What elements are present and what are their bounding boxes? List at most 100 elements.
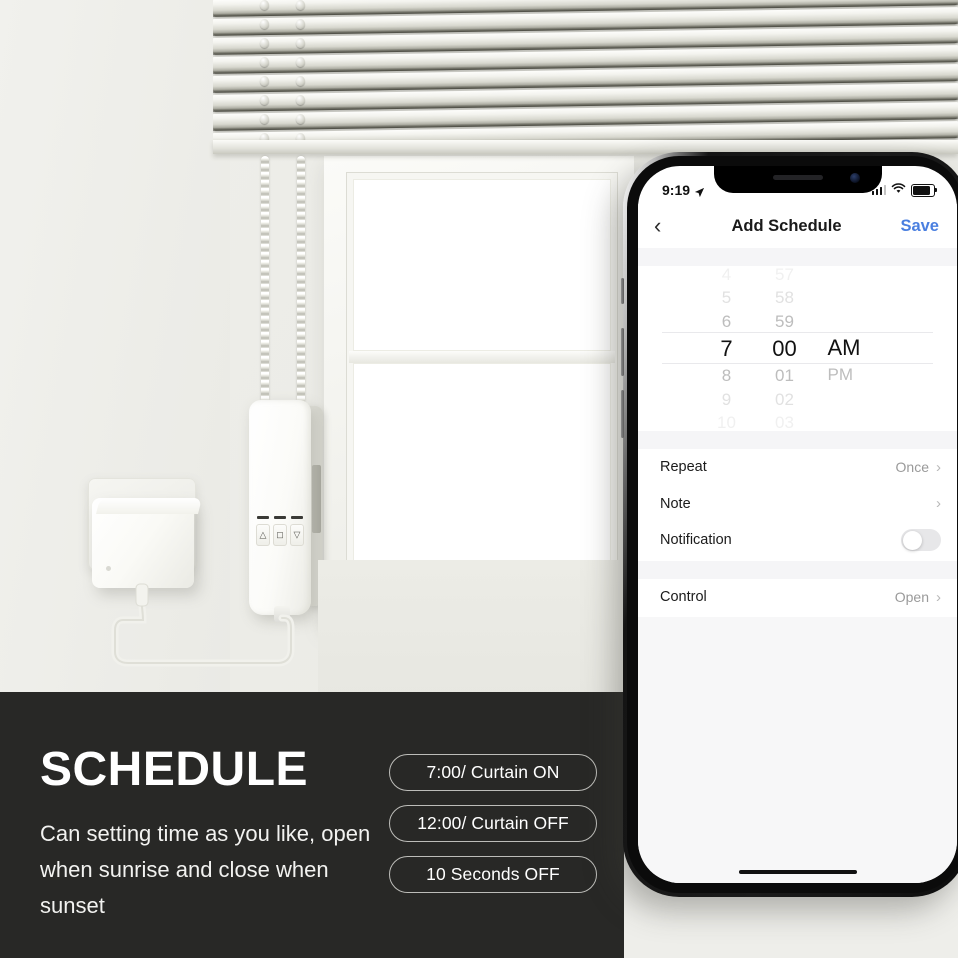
blind-ladder-stud xyxy=(296,0,305,10)
power-adapter xyxy=(92,498,202,588)
toggle-knob xyxy=(902,530,922,550)
phone-mockup: 9:19 ‹ Add Schedule Save 4 5 6 7 8 9 10 … xyxy=(621,152,958,897)
section-gap-1 xyxy=(638,431,957,449)
chevron-right-icon: › xyxy=(936,495,941,513)
page-title: Add Schedule xyxy=(731,216,842,235)
feature-pill: 12:00/ Curtain OFF xyxy=(389,805,597,842)
window-mullion xyxy=(349,351,615,363)
banner-subcopy: Can setting time as you like, open when … xyxy=(40,821,371,919)
hour-option[interactable]: 9 xyxy=(698,388,756,412)
curtain-motor-device: △ ◻ ▽ xyxy=(249,400,311,615)
hour-option-selected[interactable]: 7 xyxy=(698,333,756,364)
venetian-blinds xyxy=(213,0,958,154)
motor-button-bar xyxy=(291,516,303,519)
picker-selection-line-bottom xyxy=(662,363,933,364)
wall-surface xyxy=(0,0,230,700)
hour-option[interactable]: 5 xyxy=(698,286,756,310)
motor-button-group: △ ◻ ▽ xyxy=(256,516,304,546)
blind-ladder-stud xyxy=(296,114,305,124)
row-label: Control xyxy=(660,589,707,606)
period-spacer xyxy=(828,409,898,431)
settings-group-1: Repeat Once › Note › Notification xyxy=(638,449,957,561)
blind-ladder-stud xyxy=(296,38,305,48)
period-spacer xyxy=(828,266,898,288)
blind-ladder-stud xyxy=(296,76,305,86)
minute-option[interactable]: 58 xyxy=(756,286,814,310)
hour-option[interactable]: 8 xyxy=(698,364,756,388)
minute-option[interactable]: 59 xyxy=(756,310,814,334)
motor-stop-button[interactable]: ◻ xyxy=(273,516,287,546)
period-wheel[interactable]: AM PM xyxy=(814,266,898,431)
motor-close-button[interactable]: ▽ xyxy=(290,516,304,546)
status-bar-right xyxy=(871,181,938,199)
window-sash xyxy=(346,172,618,570)
blind-pull-cord xyxy=(297,156,305,404)
feature-pill: 7:00/ Curtain ON xyxy=(389,754,597,791)
minute-wheel[interactable]: 57 58 59 00 01 02 03 xyxy=(756,263,814,433)
time-picker[interactable]: 4 5 6 7 8 9 10 57 58 59 00 01 02 03 AM P… xyxy=(638,263,957,433)
motor-open-button[interactable]: △ xyxy=(256,516,270,546)
battery-icon xyxy=(911,183,938,197)
status-bar-clock: 9:19 xyxy=(662,182,691,198)
row-value: Open xyxy=(894,589,929,606)
blind-ladder-stud xyxy=(260,95,269,105)
row-control[interactable]: Control Open › xyxy=(638,579,957,616)
location-arrow-icon xyxy=(694,185,705,197)
blind-ladder-stud xyxy=(260,76,269,86)
curtain-motor-bracket xyxy=(312,465,321,533)
feature-pill: 10 Seconds OFF xyxy=(389,856,597,893)
motor-button-bar xyxy=(257,516,269,519)
phone-volume-down-button[interactable] xyxy=(621,390,624,438)
wifi-icon xyxy=(891,181,906,199)
blind-ladder-stud xyxy=(260,57,269,67)
blind-ladder-stud xyxy=(296,57,305,67)
triangle-up-icon: △ xyxy=(259,529,267,540)
wall-below-window xyxy=(318,560,638,700)
cellular-signal-icon xyxy=(871,185,886,195)
chevron-right-icon: › xyxy=(936,458,941,476)
row-label: Notification xyxy=(660,532,732,549)
window-pane-top xyxy=(353,179,611,351)
home-indicator[interactable] xyxy=(738,870,857,874)
phone-volume-up-button[interactable] xyxy=(621,328,624,376)
hour-wheel[interactable]: 4 5 6 7 8 9 10 xyxy=(698,263,756,433)
period-option[interactable]: PM xyxy=(828,363,898,387)
product-banner-image: △ ◻ ▽ SCHEDULE Can setting time as you l… xyxy=(0,0,958,958)
feature-pill-list: 7:00/ Curtain ON 12:00/ Curtain OFF 10 S… xyxy=(389,754,601,907)
phone-screen: 9:19 ‹ Add Schedule Save 4 5 6 7 8 9 10 … xyxy=(638,166,957,883)
save-button[interactable]: Save xyxy=(885,217,939,236)
adapter-led-icon xyxy=(106,566,111,571)
picker-selection-line-top xyxy=(662,332,933,333)
period-spacer xyxy=(828,387,898,409)
minute-option[interactable]: 01 xyxy=(756,364,814,388)
period-spacer xyxy=(828,288,898,310)
blind-ladder-stud xyxy=(260,0,269,10)
period-spacer xyxy=(828,310,898,332)
blind-ladder-stud xyxy=(296,95,305,105)
row-note[interactable]: Note › xyxy=(638,486,957,523)
period-option-selected[interactable]: AM xyxy=(828,332,898,363)
settings-group-2: Control Open › xyxy=(638,579,957,617)
minute-option-selected[interactable]: 00 xyxy=(756,333,814,364)
notification-toggle[interactable] xyxy=(901,529,941,552)
phone-mute-switch[interactable] xyxy=(621,278,624,304)
window-pane-bottom xyxy=(353,363,611,563)
window-frame xyxy=(324,156,644,626)
blind-ladder-stud xyxy=(260,38,269,48)
row-label: Repeat xyxy=(660,459,707,476)
row-repeat[interactable]: Repeat Once › xyxy=(638,449,957,486)
chevron-right-icon: › xyxy=(936,588,941,606)
minute-option[interactable]: 57 xyxy=(756,263,814,287)
nav-bar: ‹ Add Schedule Save xyxy=(638,204,957,248)
hour-option[interactable]: 6 xyxy=(698,310,756,334)
triangle-down-icon: ▽ xyxy=(293,529,301,540)
content-empty-area xyxy=(638,617,957,883)
square-icon: ◻ xyxy=(276,529,284,540)
minute-option[interactable]: 02 xyxy=(756,388,814,412)
back-button[interactable]: ‹ xyxy=(654,215,688,237)
row-notification[interactable]: Notification xyxy=(638,522,957,559)
row-value: Once xyxy=(895,459,929,476)
hour-option[interactable]: 4 xyxy=(698,263,756,287)
blind-ladder-stud xyxy=(260,114,269,124)
blind-pull-cord xyxy=(261,156,269,404)
